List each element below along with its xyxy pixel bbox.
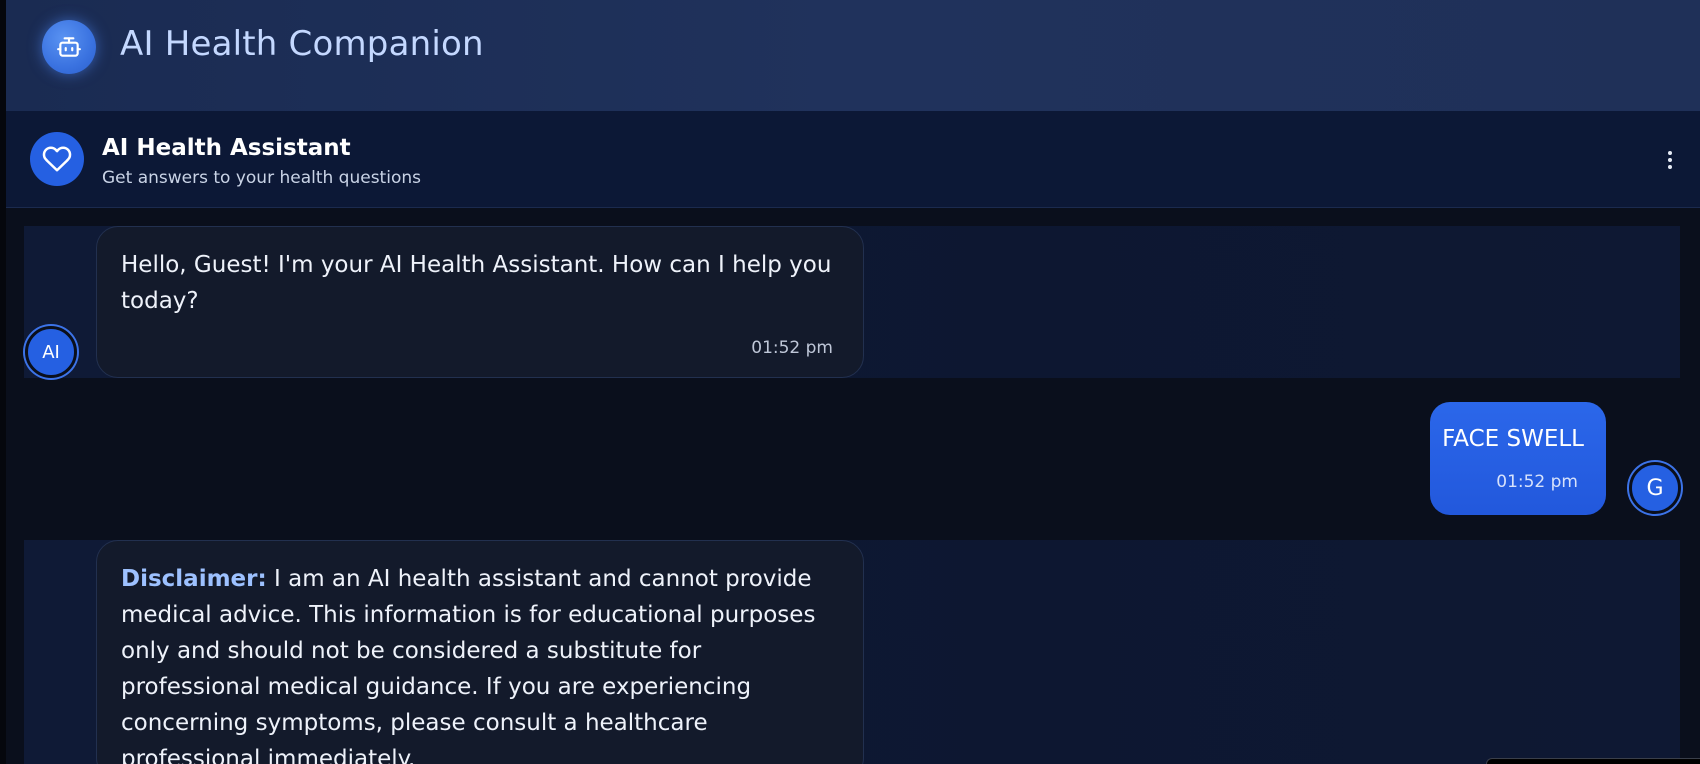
app-header: AI Health Companion	[6, 0, 1700, 111]
user-message-bubble: FACE SWELL 01:52 pm	[1430, 402, 1606, 515]
app-title: AI Health Companion	[120, 24, 484, 64]
kebab-dot	[1668, 151, 1672, 155]
robot-icon	[42, 20, 96, 74]
user-avatar: G	[1629, 462, 1681, 514]
disclaimer-text: I am an AI health assistant and cannot p…	[121, 566, 816, 764]
ai-message-bubble: Disclaimer: I am an AI health assistant …	[96, 540, 864, 764]
ai-avatar: AI	[25, 326, 77, 378]
chat-messages[interactable]: Hello, Guest! I'm your AI Health Assista…	[6, 208, 1700, 764]
heart-icon	[30, 132, 84, 186]
user-message-text: FACE SWELL	[1442, 426, 1584, 452]
kebab-dot	[1668, 165, 1672, 169]
message-timestamp: 01:52 pm	[1496, 472, 1578, 492]
ai-message-row: Hello, Guest! I'm your AI Health Assista…	[24, 226, 1680, 378]
kebab-dot	[1668, 158, 1672, 162]
ai-message-row: Disclaimer: I am an AI health assistant …	[24, 540, 1680, 764]
assistant-subtitle: Get answers to your health questions	[102, 168, 421, 188]
assistant-name: AI Health Assistant	[102, 135, 351, 161]
ai-message-bubble: Hello, Guest! I'm your AI Health Assista…	[96, 226, 864, 378]
disclaimer-label: Disclaimer:	[121, 566, 267, 592]
ai-message-text: Disclaimer: I am an AI health assistant …	[121, 561, 835, 764]
ai-message-text: Hello, Guest! I'm your AI Health Assista…	[121, 252, 832, 314]
more-vertical-icon[interactable]	[1658, 145, 1682, 175]
message-timestamp: 01:52 pm	[751, 338, 833, 358]
chat-header: AI Health Assistant Get answers to your …	[6, 111, 1700, 208]
overlay-edge	[1486, 758, 1700, 764]
